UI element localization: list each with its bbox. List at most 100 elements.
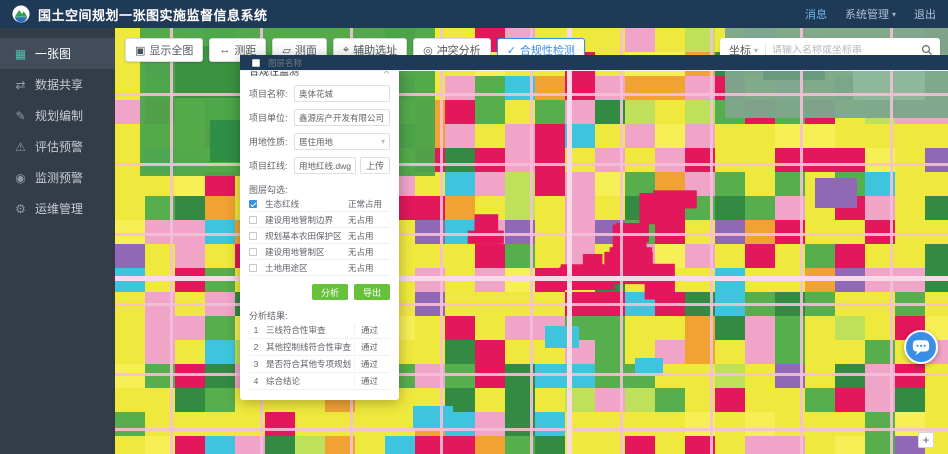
export-button[interactable]: 导出 bbox=[354, 284, 390, 300]
sidebar-item-label: 数据共享 bbox=[35, 76, 83, 93]
layer-result: 正常占用 bbox=[348, 198, 390, 210]
measure-distance-icon: ↔ bbox=[219, 44, 230, 56]
layer-result: 无占用 bbox=[348, 214, 390, 226]
layer-result: 无占用 bbox=[348, 262, 390, 274]
layer-row: 土地用途区无占用 bbox=[249, 260, 390, 276]
field-value: 奥体花城 bbox=[299, 88, 333, 100]
result-item: 其他控制线符合性审查 bbox=[263, 341, 354, 353]
project-unit-input[interactable]: 鑫源房产开发有限公司 bbox=[294, 109, 390, 126]
system-menu[interactable]: 系统管理 ▾ bbox=[845, 6, 896, 22]
app-logo-icon bbox=[12, 5, 30, 23]
layer-name: 建设用地管制边界 bbox=[265, 214, 348, 226]
messages-link[interactable]: 消息 bbox=[805, 6, 827, 22]
gear-icon: ⚙ bbox=[13, 202, 28, 216]
chevron-down-icon: ▾ bbox=[892, 10, 896, 19]
header-nav: 消息 系统管理 ▾ 退出 bbox=[805, 6, 936, 22]
tool-full-extent-button[interactable]: ▣ 显示全图 bbox=[125, 38, 203, 62]
field-row: 项目红线: 用地红线.dwg 上传 bbox=[249, 157, 390, 174]
field-value: 居住用地 bbox=[299, 136, 333, 148]
map-icon: ▦ bbox=[13, 47, 28, 61]
sidebar-item-monitor-warning[interactable]: ◉ 监测预警 bbox=[0, 162, 115, 193]
field-row: 项目单位: 鑫源房产开发有限公司 bbox=[249, 109, 390, 126]
layers-table: 图层名称分析结果生态红线正常占用建设用地管制边界无占用规划基本农田保护区无占用建… bbox=[249, 196, 390, 276]
sidebar-item-one-map[interactable]: ▦ 一张图 bbox=[0, 38, 115, 69]
layer-name: 生态红线 bbox=[265, 198, 348, 210]
layers-section-label: 图层勾选: bbox=[249, 183, 390, 196]
sidebar-item-data-share[interactable]: ⇄ 数据共享 bbox=[0, 69, 115, 100]
result-row: 1三线符合性审查通过 bbox=[249, 322, 390, 339]
sidebar-item-label: 规划编制 bbox=[35, 107, 83, 124]
layer-result: 无占用 bbox=[348, 230, 390, 242]
dialog-fields: 项目名称: 奥体花城项目单位: 鑫源房产开发有限公司用地性质: 居住用地 ▾ 项目红线: 用… bbox=[249, 85, 390, 174]
tool-button-label: 显示全图 bbox=[149, 42, 193, 58]
result-row: 2其他控制线符合性审查通过 bbox=[249, 339, 390, 356]
warning-icon: ⚠ bbox=[13, 140, 28, 154]
sidebar-item-label: 一张图 bbox=[35, 45, 71, 62]
field-label: 项目名称: bbox=[249, 87, 294, 100]
field-value: 用地红线.dwg bbox=[299, 160, 351, 172]
result-number: 1 bbox=[249, 325, 263, 335]
result-value: 通过 bbox=[354, 375, 390, 387]
results-section-label: 分析结果: bbox=[249, 309, 390, 322]
chevron-down-icon: ▾ bbox=[381, 137, 385, 146]
result-number: 2 bbox=[249, 342, 263, 352]
result-value: 通过 bbox=[354, 341, 390, 353]
top-header: 国土空间规划一张图实施监督信息系统 消息 系统管理 ▾ 退出 bbox=[0, 0, 948, 28]
result-item: 综合结论 bbox=[263, 375, 354, 387]
select-all-checkbox[interactable] bbox=[252, 59, 260, 67]
layers-header-name: 图层名称 bbox=[268, 57, 948, 69]
sidebar-item-ops-manage[interactable]: ⚙ 运维管理 bbox=[0, 193, 115, 224]
chevron-down-icon: ▾ bbox=[754, 46, 758, 55]
result-value: 通过 bbox=[354, 358, 390, 370]
sidebar-item-eval-warning[interactable]: ⚠ 评估预警 bbox=[0, 131, 115, 162]
redline-file-input[interactable]: 用地红线.dwg bbox=[294, 157, 356, 174]
layer-result: 无占用 bbox=[348, 246, 390, 258]
result-row: 4综合结论通过 bbox=[249, 373, 390, 390]
layer-name: 土地用途区 bbox=[265, 262, 348, 274]
layers-header-row: 图层名称分析结果 bbox=[240, 55, 948, 71]
result-item: 是否符合其他专项规划 bbox=[263, 358, 354, 370]
full-extent-icon: ▣ bbox=[135, 44, 145, 57]
field-label: 项目红线: bbox=[249, 159, 294, 172]
layer-row: 生态红线正常占用 bbox=[249, 196, 390, 212]
project-name-input[interactable]: 奥体花城 bbox=[294, 85, 390, 102]
upload-button[interactable]: 上传 bbox=[360, 157, 390, 174]
layer-row: 建设用地管制区无占用 bbox=[249, 244, 390, 260]
result-number: 4 bbox=[249, 376, 263, 386]
sidebar: ▦ 一张图 ⇄ 数据共享 ✎规划编制 ⚠ 评估预警 ◉ 监测预警 ⚙ 运维管理 bbox=[0, 28, 115, 454]
field-row: 用地性质: 居住用地 ▾ bbox=[249, 133, 390, 150]
field-value: 鑫源房产开发有限公司 bbox=[299, 112, 384, 124]
result-item: 三线符合性审查 bbox=[263, 324, 354, 336]
sidebar-item-plan-compile[interactable]: ✎规划编制 bbox=[0, 100, 115, 131]
layer-checkbox[interactable] bbox=[249, 200, 257, 208]
analyze-button[interactable]: 分析 bbox=[312, 284, 348, 300]
dialog-actions: 分析 导出 bbox=[249, 284, 390, 300]
layer-name: 建设用地管制区 bbox=[265, 246, 348, 258]
land-type-select[interactable]: 居住用地 ▾ bbox=[294, 133, 390, 150]
system-menu-label: 系统管理 bbox=[845, 6, 889, 22]
field-label: 用地性质: bbox=[249, 135, 294, 148]
monitor-icon: ◉ bbox=[13, 171, 28, 185]
result-row: 3是否符合其他专项规划通过 bbox=[249, 356, 390, 373]
sidebar-item-label: 评估预警 bbox=[35, 138, 83, 155]
zoom-in-button[interactable]: + bbox=[918, 432, 934, 448]
feedback-chat-button[interactable] bbox=[904, 330, 938, 364]
app-title: 国土空间规划一张图实施监督信息系统 bbox=[38, 5, 268, 24]
layer-checkbox[interactable] bbox=[249, 248, 257, 256]
layer-checkbox[interactable] bbox=[249, 264, 257, 272]
layer-checkbox[interactable] bbox=[249, 232, 257, 240]
sidebar-item-label: 监测预警 bbox=[35, 169, 83, 186]
result-number: 3 bbox=[249, 359, 263, 369]
logout-link[interactable]: 退出 bbox=[914, 6, 936, 22]
sidebar-item-label: 运维管理 bbox=[35, 200, 83, 217]
layer-row: 规划基本农田保护区无占用 bbox=[249, 228, 390, 244]
compliance-dialog: 合规性监测 × 项目名称:奥体花城项目单位:鑫源房产开发有限公司用地性质:居住用… bbox=[240, 55, 399, 400]
field-label: 项目单位: bbox=[249, 111, 294, 124]
search-input[interactable] bbox=[766, 45, 914, 56]
layer-name: 规划基本农田保护区 bbox=[265, 230, 348, 242]
result-value: 通过 bbox=[354, 324, 390, 336]
results-table: 1三线符合性审查通过2其他控制线符合性审查通过3是否符合其他专项规划通过4综合结… bbox=[249, 322, 390, 390]
layer-row: 建设用地管制边界无占用 bbox=[249, 212, 390, 228]
share-icon: ⇄ bbox=[13, 78, 28, 92]
layer-checkbox[interactable] bbox=[249, 216, 257, 224]
